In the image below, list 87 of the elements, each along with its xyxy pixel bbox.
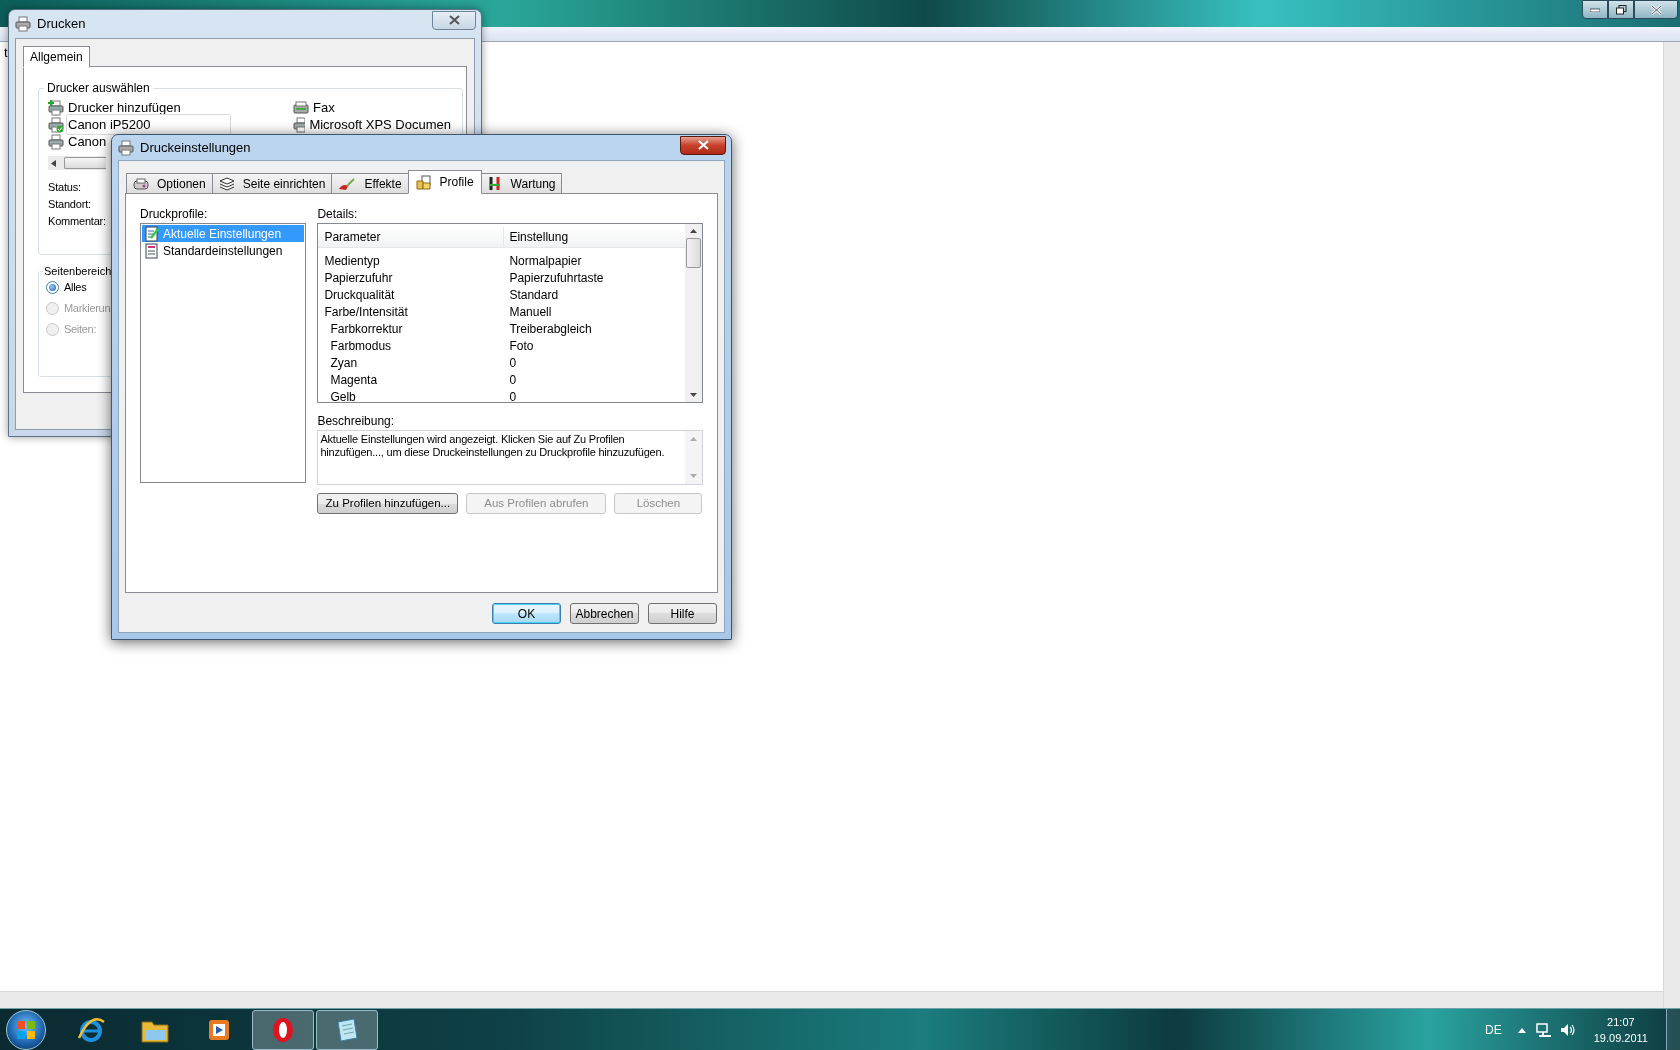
close-icon bbox=[448, 15, 460, 25]
scroll-down-icon[interactable] bbox=[690, 393, 697, 397]
parameter-cell-text: Zyan bbox=[329, 354, 359, 372]
close-button[interactable] bbox=[1634, 0, 1678, 19]
setting-cell-text: Standard bbox=[508, 286, 559, 304]
scroll-thumb[interactable] bbox=[64, 157, 106, 169]
horizontal-scrollbar[interactable] bbox=[0, 991, 1663, 1008]
maximize-button[interactable] bbox=[1608, 0, 1634, 19]
brush-icon bbox=[338, 176, 357, 191]
dialog-button[interactable]: OK bbox=[492, 603, 561, 624]
parameter-cell-text: Druckqualität bbox=[323, 286, 396, 304]
dialog-button[interactable]: Abbrechen bbox=[570, 603, 639, 624]
printer-icon bbox=[48, 133, 64, 150]
close-button[interactable] bbox=[680, 135, 726, 155]
setting-cell-text: 0 bbox=[508, 371, 517, 389]
section-label: Beschreibung: bbox=[317, 413, 396, 430]
column-header[interactable]: Einstellung bbox=[504, 227, 685, 247]
scroll-thumb[interactable] bbox=[686, 238, 701, 268]
section-label: Details: bbox=[317, 206, 359, 223]
parameter-cell-text: Medientyp bbox=[323, 252, 381, 270]
vertical-scrollbar[interactable] bbox=[685, 224, 702, 402]
window-title: Druckeinstellungen bbox=[140, 138, 251, 157]
folder-document-icon bbox=[415, 174, 432, 190]
edit-document-icon bbox=[145, 225, 159, 242]
tab[interactable]: Optionen bbox=[126, 173, 213, 194]
stacked-pages-icon bbox=[218, 176, 235, 191]
restore-icon bbox=[1615, 4, 1627, 15]
profile-item[interactable]: Standardeinstellungen bbox=[142, 242, 305, 259]
radio-label: Seiten: bbox=[64, 322, 97, 338]
setting-cell-text: Manuell bbox=[508, 303, 552, 321]
scroll-left-icon[interactable] bbox=[51, 159, 56, 167]
setting-cell-text: Papierzufuhrtaste bbox=[508, 269, 604, 287]
show-desktop-button[interactable] bbox=[1666, 1009, 1680, 1050]
parameter-cell-text: Farbkorrektur bbox=[329, 320, 404, 338]
default-printer-icon bbox=[48, 116, 64, 133]
language-indicator[interactable]: DE bbox=[1485, 1020, 1502, 1039]
show-hidden-icons-icon[interactable] bbox=[1517, 1026, 1526, 1033]
scroll-up-icon[interactable] bbox=[690, 229, 697, 233]
parameter-cell-text: Farbe/Intensität bbox=[323, 303, 409, 321]
field-label: Kommentar: bbox=[48, 214, 106, 229]
close-icon bbox=[697, 140, 709, 150]
fax-icon bbox=[293, 99, 309, 116]
document-icon bbox=[145, 242, 159, 259]
network-icon[interactable] bbox=[1535, 1022, 1552, 1037]
volume-icon[interactable] bbox=[1559, 1022, 1576, 1037]
tab[interactable]: Profile bbox=[407, 170, 482, 194]
close-button[interactable] bbox=[432, 10, 476, 30]
close-icon bbox=[1650, 4, 1662, 15]
tab[interactable]: Allgemein bbox=[23, 46, 90, 68]
parameter-cell-text: Farbmodus bbox=[329, 337, 393, 355]
field-label: Standort: bbox=[48, 197, 91, 212]
minimize-icon bbox=[1590, 7, 1600, 12]
taskbar-button[interactable] bbox=[252, 1009, 314, 1050]
setting-cell-text: Normalpapier bbox=[508, 252, 582, 270]
windows-logo-icon bbox=[16, 1019, 36, 1040]
vertical-scrollbar[interactable] bbox=[1663, 42, 1680, 1008]
browser-icon bbox=[76, 1015, 106, 1044]
add-printer-icon bbox=[48, 99, 64, 116]
column-header[interactable]: Parameter bbox=[318, 227, 505, 247]
printer-icon bbox=[293, 116, 306, 133]
taskbar-button[interactable] bbox=[316, 1009, 378, 1050]
document-text: t bbox=[4, 45, 8, 60]
radio-label: Alles bbox=[64, 280, 87, 296]
setting-cell-text: Treiberabgleich bbox=[508, 320, 592, 338]
field-label: Status: bbox=[48, 180, 81, 195]
printer-icon bbox=[15, 16, 31, 32]
setting-cell-text: 0 bbox=[508, 388, 517, 402]
minimize-button[interactable] bbox=[1582, 0, 1608, 19]
description-text: Aktuelle Einstellungen wird angezeigt. Klicken Sie auf Zu Profilen hinzufügen..., um diese Druckeinstellungen zu Druckprofile hinzuzufügen. bbox=[319, 432, 666, 460]
parameter-cell-text: Gelb bbox=[329, 388, 357, 402]
printer-icon bbox=[118, 139, 134, 156]
group-title: Seitenbereich bbox=[43, 264, 113, 279]
tab[interactable]: Effekte bbox=[331, 173, 409, 194]
parameter-cell-text: Magenta bbox=[329, 371, 379, 389]
setting-cell-text: 0 bbox=[508, 354, 517, 372]
radio-button[interactable] bbox=[46, 281, 59, 294]
start-button[interactable] bbox=[6, 1009, 46, 1050]
horizontal-scrollbar[interactable] bbox=[48, 156, 106, 170]
printer-icon bbox=[133, 176, 149, 191]
parameter-cell-text: Papierzufuhr bbox=[323, 269, 394, 287]
window-title: Drucken bbox=[37, 15, 86, 34]
setting-cell-text: Foto bbox=[508, 337, 534, 355]
clock[interactable]: 21:07 19.09.2011 bbox=[1593, 1013, 1648, 1046]
section-label: Druckprofile: bbox=[140, 206, 209, 223]
dialog-button[interactable]: Hilfe bbox=[648, 603, 717, 624]
group-title: Drucker auswählen bbox=[46, 80, 151, 97]
action-button[interactable]: Zu Profilen hinzufügen... bbox=[317, 493, 459, 514]
